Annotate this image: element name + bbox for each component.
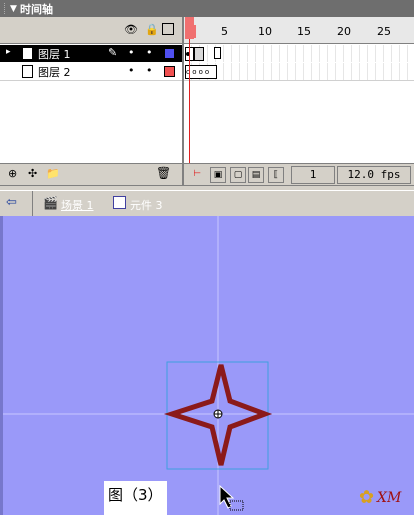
stage-canvas — [3, 216, 414, 515]
watermark-logo: ✿ XM — [359, 487, 411, 513]
layer-footer: ⊕ ✣ 📁 🗑 — [0, 163, 182, 186]
end-frame[interactable] — [214, 47, 221, 59]
frame-ruler[interactable]: 1 5 10 15 20 25 — [184, 17, 414, 44]
flower-icon: ✿ — [359, 487, 375, 508]
layer-color-swatch[interactable] — [164, 48, 175, 59]
layer-page-icon — [22, 65, 33, 78]
frame-number: 15 — [297, 25, 311, 38]
frame-span[interactable] — [194, 47, 204, 61]
frame-row-layer-2[interactable]: oooo — [184, 63, 414, 81]
frame-rate-field[interactable]: 12.0 fps — [337, 166, 411, 184]
frame-number: 20 — [337, 25, 351, 38]
figure-caption: 图（3） — [104, 481, 167, 515]
lock-dot[interactable]: • — [146, 46, 153, 59]
back-arrow-icon[interactable]: ⇦ — [6, 195, 17, 210]
layer-page-icon — [22, 47, 33, 60]
frame-number: 5 — [221, 25, 228, 38]
current-frame-field[interactable]: 1 — [291, 166, 335, 184]
timeline-title: 时间轴 — [20, 3, 53, 16]
visibility-dot[interactable]: • — [128, 64, 135, 77]
timeline-titlebar[interactable]: ▼ 时间轴 — [0, 0, 414, 17]
playhead[interactable] — [185, 17, 194, 177]
cursor-drag-box — [229, 500, 244, 511]
layer-name[interactable]: 图层 2 — [38, 64, 71, 80]
layer-header: 👁 🔒 — [0, 17, 182, 44]
caption-text: 图（3） — [108, 486, 163, 504]
frame-number: 25 — [377, 25, 391, 38]
frame-footer: ⊢ ▣ ▢ ▤ ⟦ 1 12.0 fps — [184, 163, 414, 186]
modify-onion-markers-icon[interactable]: ⟦ — [268, 167, 284, 183]
edit-multiple-frames-icon[interactable]: ▤ — [248, 167, 264, 183]
lock-icon[interactable]: 🔒 — [145, 23, 159, 36]
layer-panel: 👁 🔒 ▸ 图层 1 ✎ • • 图层 2 • • ⊕ ✣ 📁 🗑 — [0, 17, 182, 186]
insert-layer-icon[interactable]: ⊕ — [8, 167, 17, 180]
trash-icon[interactable]: 🗑 — [156, 166, 171, 180]
outline-toggle-icon[interactable] — [162, 23, 174, 35]
current-layer-icon: ▸ — [6, 47, 11, 57]
panel-grip[interactable] — [4, 3, 8, 14]
lock-dot[interactable]: • — [146, 64, 153, 77]
onion-skin-icon[interactable]: ▣ — [210, 167, 226, 183]
frame-area[interactable]: 1 5 10 15 20 25 oooo ⊢ ▣ ▢ ▤ ⟦ 1 12.0 fp… — [182, 17, 414, 186]
center-frame-icon[interactable]: ⊢ — [190, 167, 204, 181]
layer-row[interactable]: ▸ 图层 1 ✎ • • — [0, 45, 182, 62]
watermark-text: XM — [377, 490, 402, 506]
stage[interactable]: ✿ XM — [0, 216, 414, 515]
layer-name[interactable]: 图层 1 — [38, 46, 71, 62]
eye-icon[interactable]: 👁 — [124, 23, 138, 36]
layer-row[interactable]: 图层 2 • • — [0, 63, 182, 81]
frame-number: 10 — [258, 25, 272, 38]
frame-row-layer-1[interactable] — [184, 45, 414, 62]
pencil-icon: ✎ — [108, 46, 118, 59]
edit-bar: ⇦ 🎬 场景 1 元件 3 — [0, 190, 414, 218]
onion-outline-icon[interactable]: ▢ — [230, 167, 246, 183]
collapse-triangle-icon[interactable]: ▼ — [10, 4, 17, 14]
add-guide-layer-icon[interactable]: ✣ — [28, 167, 37, 180]
insert-folder-icon[interactable]: 📁 — [46, 167, 60, 180]
mouse-cursor-icon — [219, 484, 235, 509]
layer-color-swatch[interactable] — [164, 66, 175, 77]
visibility-dot[interactable]: • — [128, 46, 135, 59]
